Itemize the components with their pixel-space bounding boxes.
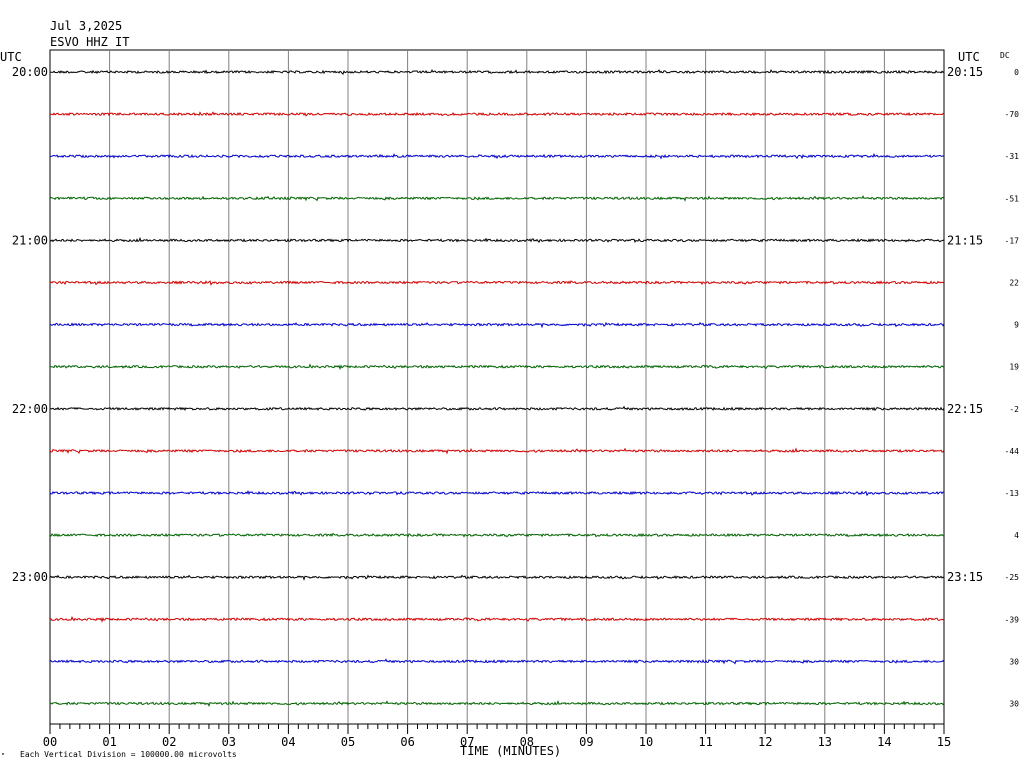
x-tick-label: 10 (639, 735, 653, 749)
seismic-trace (49, 447, 945, 455)
x-tick-label: 11 (698, 735, 712, 749)
seismic-trace (49, 195, 945, 202)
row-dc-offset: 30 (1009, 657, 1019, 666)
seismic-trace (49, 616, 945, 623)
row-dc-offset: 0 (1014, 68, 1019, 77)
x-tick-label: 06 (400, 735, 414, 749)
row-dc-offset: -2 (1009, 405, 1019, 414)
x-tick-label: 15 (937, 735, 951, 749)
seismic-trace (49, 699, 945, 708)
row-dc-offset: 9 (1014, 321, 1019, 330)
x-tick-label: 13 (818, 735, 832, 749)
row-time-left: 21:00 (12, 233, 48, 247)
seismic-trace (49, 111, 945, 117)
scale-note: Each Vertical Division = 100000.00 micro… (20, 750, 237, 759)
row-time-right: 23:15 (947, 570, 983, 584)
row-dc-offset: -70 (1005, 110, 1020, 119)
row-dc-offset: -51 (1005, 194, 1020, 203)
x-tick-label: 09 (579, 735, 593, 749)
seismic-trace (50, 363, 945, 371)
seismic-trace (49, 574, 945, 581)
seismic-trace (49, 658, 945, 665)
row-time-left: 23:00 (12, 570, 48, 584)
x-tick-label: 02 (162, 735, 176, 749)
corner-mark: " (1, 752, 6, 760)
x-tick-label: 12 (758, 735, 772, 749)
x-tick-label: 03 (222, 735, 236, 749)
seismic-trace (49, 280, 945, 286)
row-time-right: 22:15 (947, 402, 983, 416)
x-tick-label: 14 (877, 735, 891, 749)
row-dc-offset: -17 (1005, 236, 1020, 245)
row-time-right: 20:15 (947, 65, 983, 79)
row-dc-offset: -13 (1005, 489, 1020, 498)
x-tick-label: 04 (281, 735, 295, 749)
seismic-trace (49, 490, 945, 497)
seismic-trace (49, 405, 945, 412)
row-time-left: 20:00 (12, 65, 48, 79)
row-dc-offset: -31 (1005, 152, 1020, 161)
seismic-trace (49, 236, 945, 243)
seismic-trace (49, 321, 945, 329)
x-tick-label: 00 (43, 735, 57, 749)
x-axis-label: TIME (MINUTES) (460, 744, 562, 758)
seismic-trace (49, 69, 945, 76)
row-dc-offset: -39 (1005, 615, 1020, 624)
x-tick-label: 01 (102, 735, 116, 749)
row-dc-offset: 4 (1014, 531, 1019, 540)
row-time-left: 22:00 (12, 402, 48, 416)
seismic-trace (49, 532, 945, 538)
row-dc-offset: 19 (1009, 363, 1019, 372)
row-dc-offset: 30 (1009, 700, 1019, 709)
row-time-right: 21:15 (947, 233, 983, 247)
x-tick-label: 05 (341, 735, 355, 749)
row-dc-offset: -44 (1005, 447, 1020, 456)
row-dc-offset: 22 (1009, 279, 1019, 288)
helicorder-chart: 00 01 02 03 04 05 06 07 08 09 10 11 12 13 14 1520:00 20:… (12, 49, 1020, 749)
row-dc-offset: -25 (1005, 573, 1020, 582)
plot-frame (49, 49, 945, 725)
seismic-trace (49, 152, 945, 160)
